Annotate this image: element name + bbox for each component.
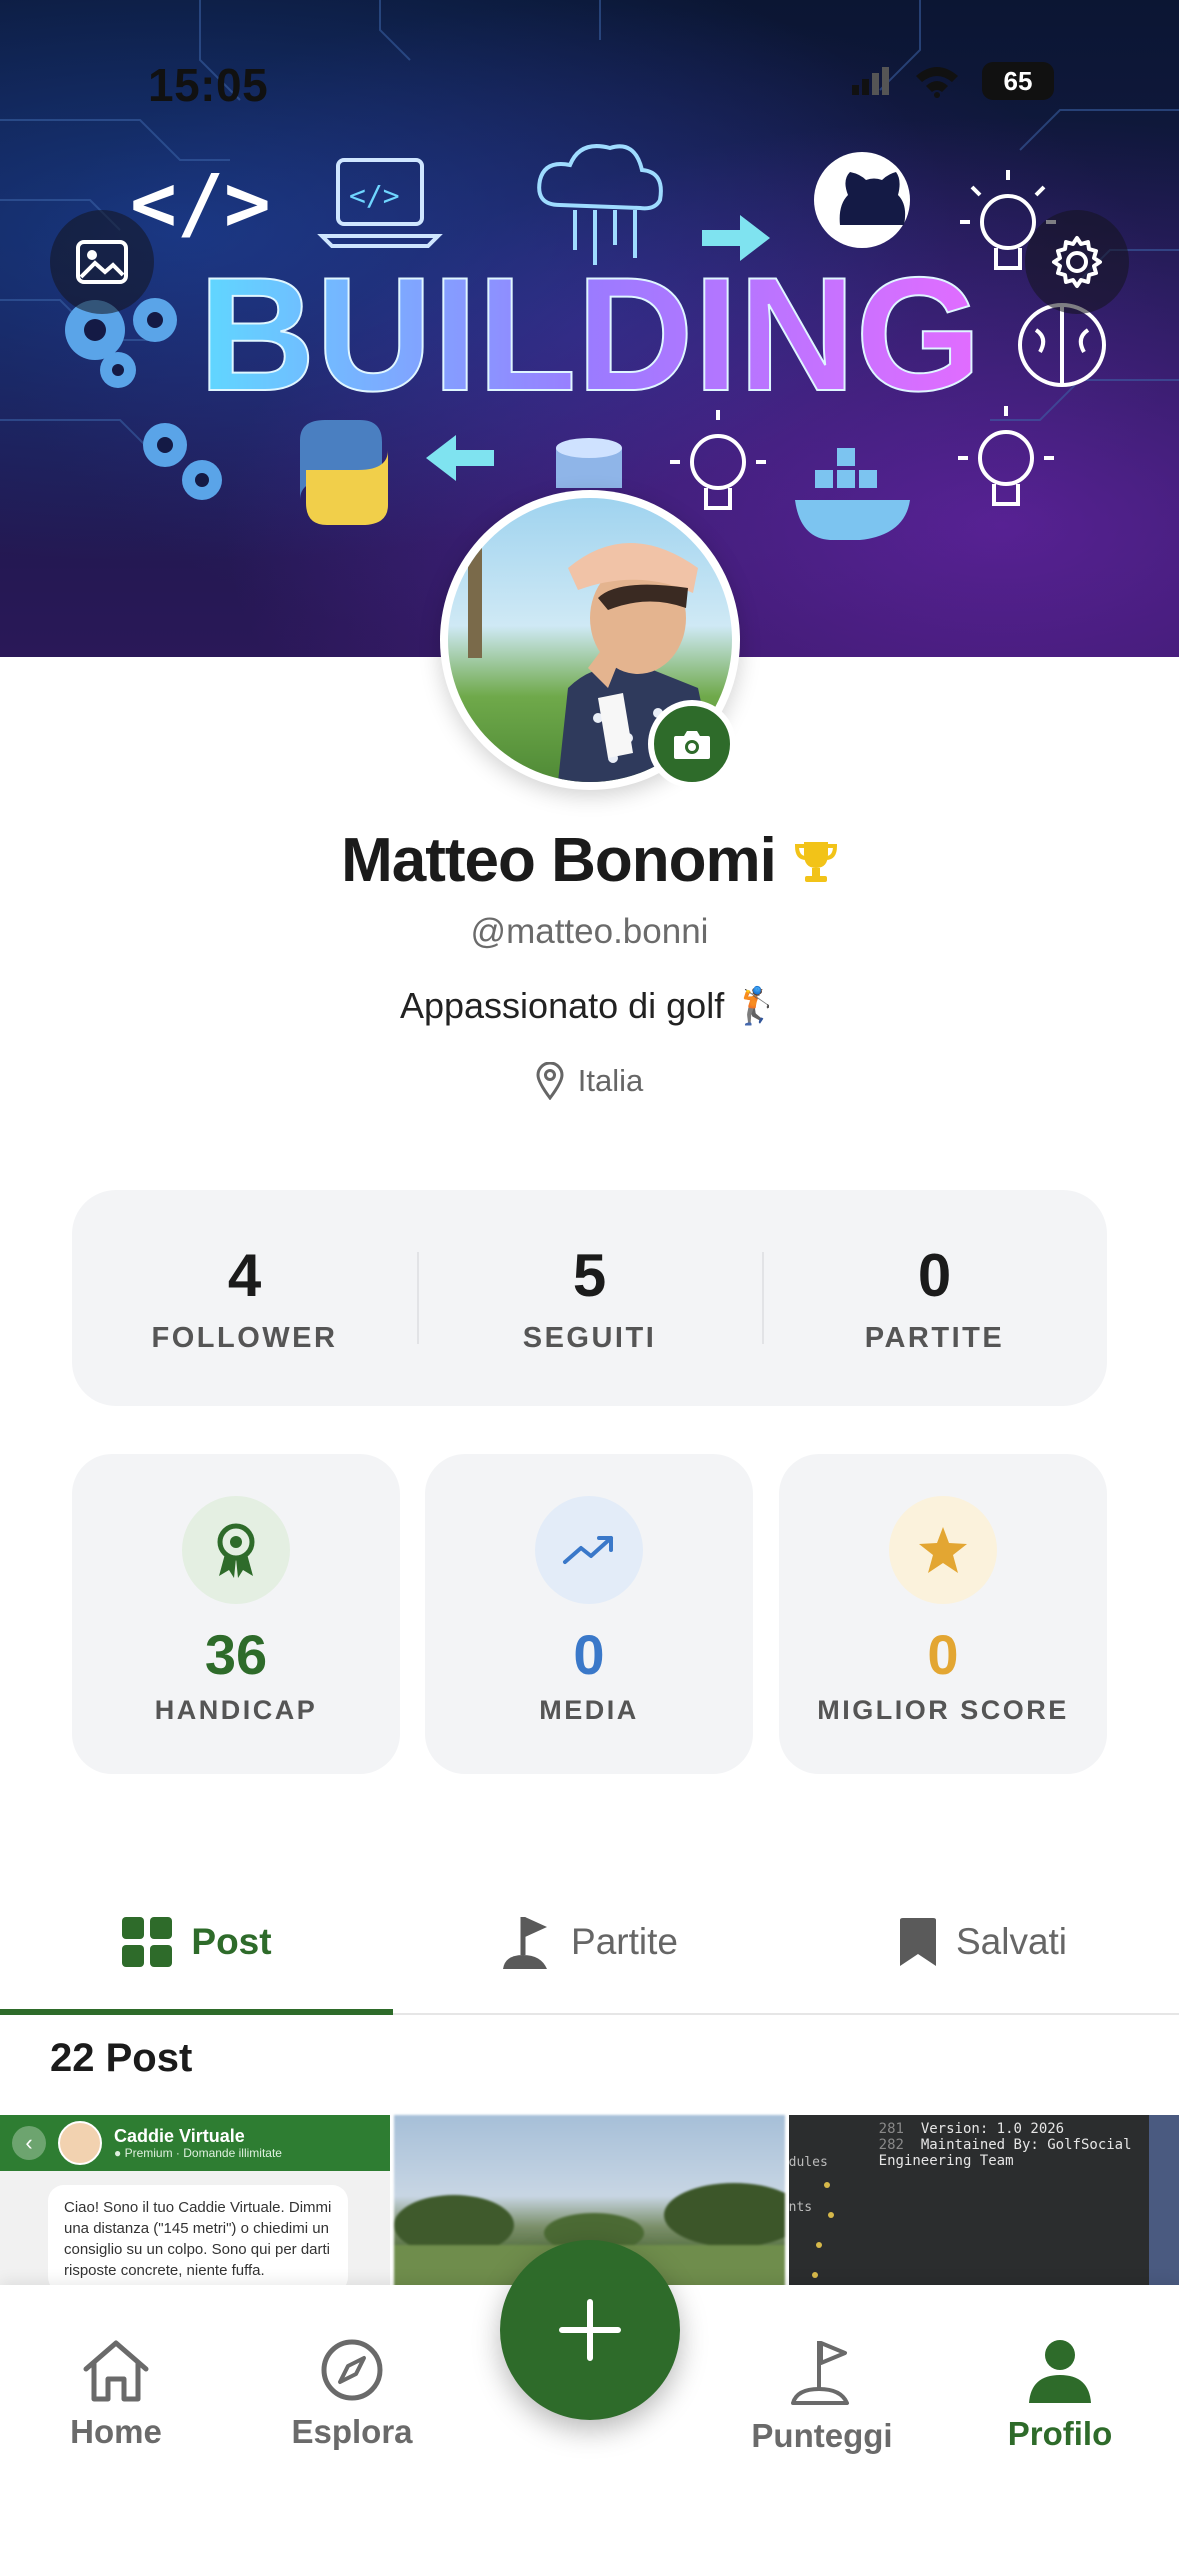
games-count[interactable]: 0 PARTITE — [762, 1190, 1107, 1406]
status-icons: 65 — [852, 62, 1054, 100]
tab-salvati[interactable]: Salvati — [786, 1870, 1179, 2013]
avatar — [58, 2121, 102, 2165]
profile-bio: Appassionato di golf 🏌 — [399, 985, 780, 1026]
nav-label: Home — [70, 2413, 162, 2450]
following-count[interactable]: 5 SEGUITI — [417, 1190, 762, 1406]
nav-label: Punteggi — [751, 2417, 893, 2454]
person-icon — [1029, 2340, 1091, 2403]
location-text: Italia — [577, 1063, 644, 1098]
post-tile[interactable]: ‹ Caddie Virtuale ● Premium · Domande il… — [0, 2115, 391, 2295]
post-count: 22 Post — [50, 2036, 193, 2080]
count-label: SEGUITI — [522, 1322, 657, 1354]
count-value: 4 — [227, 1242, 262, 1309]
home-icon — [83, 2340, 149, 2402]
count-value: 0 — [917, 1242, 952, 1309]
arrow-left-icon — [426, 435, 494, 481]
settings-button[interactable] — [1025, 210, 1129, 314]
nav-home[interactable]: Home — [16, 2337, 216, 2451]
nav-label: Profilo — [1007, 2415, 1113, 2452]
tab-post[interactable]: Post — [0, 1870, 393, 2015]
cover-headline: BUILDING — [199, 244, 982, 425]
compass-icon — [321, 2339, 383, 2401]
profile-name-row: Matteo Bonomi — [0, 825, 1179, 896]
stat-label: MIGLIOR SCORE — [817, 1695, 1069, 1725]
social-counts-card: 4 FOLLOWER 5 SEGUITI 0 PARTITE — [72, 1190, 1107, 1406]
nav-punteggi[interactable]: Punteggi — [722, 2337, 922, 2455]
stat-value: 0 — [927, 1623, 959, 1686]
flag-icon — [791, 2341, 849, 2405]
docker-icon — [795, 448, 910, 540]
gear-icon — [1052, 236, 1102, 288]
status-time: 15:05 — [148, 59, 269, 111]
nav-profilo[interactable]: Profilo — [960, 2337, 1160, 2453]
trophy-icon — [794, 841, 837, 882]
profile-tabs: Post Partite Salvati — [0, 1870, 1179, 2015]
star-icon — [889, 1496, 997, 1604]
stat-card-handicap: 36 HANDICAP — [72, 1454, 400, 1774]
stat-label: MEDIA — [539, 1695, 639, 1725]
followers-count[interactable]: 4 FOLLOWER — [72, 1190, 417, 1406]
camera-icon — [674, 731, 710, 759]
stat-value: 36 — [204, 1623, 268, 1686]
create-post-button[interactable] — [500, 2240, 680, 2420]
svg-text:</>: </> — [349, 179, 400, 212]
flag-icon — [503, 1916, 548, 1969]
profile-handle: @matteo.bonni — [470, 912, 709, 951]
location-pin-icon — [536, 1062, 564, 1100]
tab-label: Partite — [571, 1920, 678, 1962]
tab-label: Post — [191, 1920, 272, 1962]
caddie-message: Ciao! Sono il tuo Caddie Virtuale. Dimmi… — [48, 2185, 348, 2293]
nav-label: Esplora — [291, 2413, 413, 2450]
stat-card-best-score: 0 MIGLIOR SCORE — [779, 1454, 1107, 1774]
change-cover-button[interactable] — [50, 210, 154, 314]
stat-value: 0 — [573, 1623, 605, 1686]
signal-icon — [852, 67, 889, 95]
count-value: 5 — [572, 1242, 607, 1309]
stat-card-media: 0 MEDIA — [425, 1454, 753, 1774]
count-label: FOLLOWER — [151, 1322, 338, 1354]
caddie-title: Caddie Virtuale — [114, 2126, 245, 2146]
database-icon — [556, 438, 622, 488]
grid-icon — [122, 1916, 173, 1967]
caddie-subtitle: ● Premium · Domande illimitate — [114, 2146, 282, 2160]
profile-name: Matteo Bonomi — [341, 826, 777, 895]
battery-indicator: 65 — [982, 62, 1054, 100]
count-label: PARTITE — [864, 1322, 1005, 1354]
back-icon: ‹ — [12, 2126, 46, 2160]
change-avatar-button[interactable] — [648, 700, 736, 788]
ribbon-icon — [182, 1496, 290, 1604]
bookmark-icon — [899, 1917, 936, 1966]
tab-partite[interactable]: Partite — [393, 1870, 786, 2013]
python-icon — [300, 420, 388, 525]
trending-up-icon — [535, 1496, 643, 1604]
stat-label: HANDICAP — [154, 1695, 318, 1725]
nav-esplora[interactable]: Esplora — [252, 2337, 452, 2451]
tab-label: Salvati — [955, 1920, 1068, 1962]
brain-icon — [1018, 303, 1106, 387]
profile-location: Italia — [0, 1062, 1179, 1100]
plus-icon — [559, 2299, 621, 2361]
image-icon — [76, 240, 128, 284]
wifi-icon — [916, 67, 958, 98]
code-tag-icon: </> — [130, 159, 271, 249]
post-tile[interactable]: 281 Version: 1.0 2026 282 Maintained By:… — [788, 2115, 1179, 2295]
